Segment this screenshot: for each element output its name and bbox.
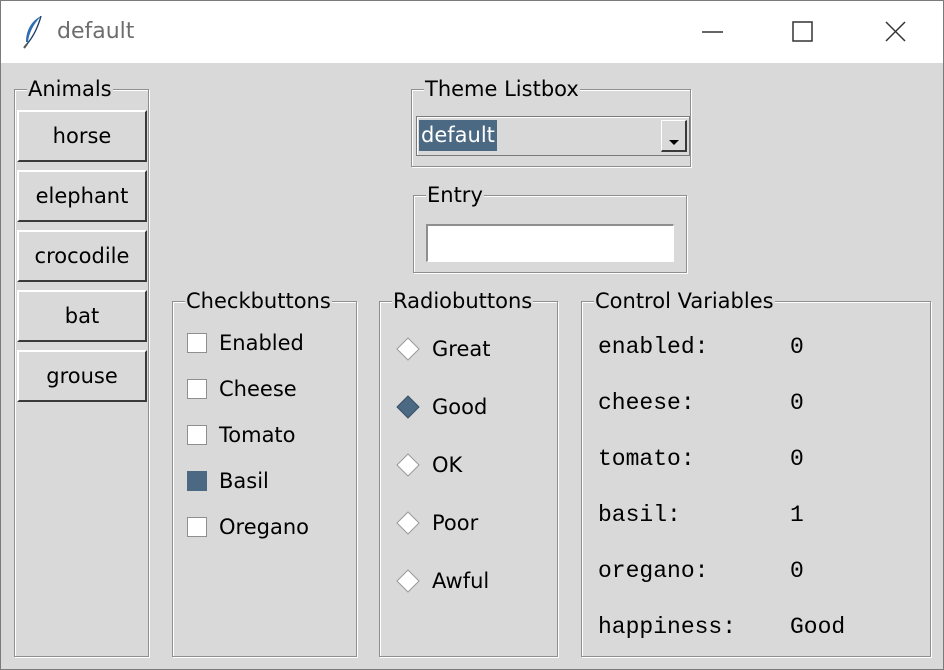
animal-button-grouse[interactable]: grouse <box>17 350 147 402</box>
checkbutton-label: Cheese <box>219 377 297 401</box>
checkbutton-cheese[interactable]: Cheese <box>187 374 297 404</box>
variable-name: cheese: <box>598 390 695 416</box>
radiobuttons-group: Radiobuttons Great Good OK Poor Awful <box>379 288 558 657</box>
entry-field[interactable] <box>426 224 674 262</box>
radiobutton-great[interactable]: Great <box>396 334 490 364</box>
radio-indicator-icon[interactable] <box>396 337 420 361</box>
variable-name: basil: <box>598 502 681 528</box>
variable-name: oregano: <box>598 558 709 584</box>
checkbutton-oregano[interactable]: Oregano <box>187 512 309 542</box>
radiobutton-ok[interactable]: OK <box>396 450 462 480</box>
variable-row-basil: basil: 1 <box>598 502 804 532</box>
variable-row-oregano: oregano: 0 <box>598 558 804 588</box>
control-variables-legend: Control Variables <box>594 288 775 314</box>
checkbutton-label: Enabled <box>219 331 304 355</box>
maximize-button[interactable] <box>757 1 849 63</box>
variable-value: 0 <box>790 390 804 416</box>
variable-value: 1 <box>790 502 804 528</box>
radiobutton-label: Awful <box>432 569 490 593</box>
feather-icon <box>23 15 42 49</box>
theme-selected-value: default <box>419 120 497 151</box>
radiobutton-awful[interactable]: Awful <box>396 566 489 596</box>
checkbutton-label: Oregano <box>219 515 309 539</box>
checkbuttons-legend: Checkbuttons <box>185 288 332 314</box>
variable-name: tomato: <box>598 446 695 472</box>
variable-value: 0 <box>790 334 804 360</box>
theme-group: Theme Listbox default <box>411 76 691 167</box>
variable-name: happiness: <box>598 614 737 640</box>
entry-legend: Entry <box>426 182 484 208</box>
animals-legend: Animals <box>27 76 113 102</box>
radiobuttons-legend: Radiobuttons <box>392 288 534 314</box>
minimize-button[interactable] <box>667 1 759 63</box>
theme-legend: Theme Listbox <box>424 76 580 102</box>
radio-indicator-icon[interactable] <box>396 395 420 419</box>
animal-button-bat[interactable]: bat <box>17 290 147 342</box>
checkbutton-label: Basil <box>219 469 269 493</box>
variable-value: Good <box>790 614 846 640</box>
variable-row-cheese: cheese: 0 <box>598 390 804 420</box>
close-button[interactable] <box>849 1 941 63</box>
checkbutton-basil[interactable]: Basil <box>187 466 269 496</box>
title-bar[interactable]: default <box>1 1 943 63</box>
control-variables-group: Control Variables enabled: 0 cheese: 0 t… <box>581 288 931 657</box>
variable-row-happiness: happiness: Good <box>598 614 845 644</box>
checkbutton-enabled[interactable]: Enabled <box>187 328 304 358</box>
variable-value: 0 <box>790 558 804 584</box>
window-title: default <box>57 19 135 44</box>
radiobutton-poor[interactable]: Poor <box>396 508 478 538</box>
animal-button-crocodile[interactable]: crocodile <box>17 230 147 282</box>
minimize-icon <box>702 31 723 33</box>
variable-name: enabled: <box>598 334 709 360</box>
animal-button-elephant[interactable]: elephant <box>17 170 147 222</box>
checkbox-indicator[interactable] <box>187 379 207 399</box>
variable-row-enabled: enabled: 0 <box>598 334 804 364</box>
entry-group: Entry <box>413 182 687 273</box>
radiobutton-label: OK <box>432 453 463 477</box>
animal-button-horse[interactable]: horse <box>17 110 147 162</box>
checkbox-indicator[interactable] <box>187 333 207 353</box>
radio-indicator-icon[interactable] <box>396 453 420 477</box>
close-icon <box>885 21 906 42</box>
checkbuttons-group: Checkbuttons Enabled Cheese Tomato Basil… <box>172 288 357 657</box>
radiobutton-label: Great <box>432 337 491 361</box>
variable-row-tomato: tomato: 0 <box>598 446 804 476</box>
radio-indicator-icon[interactable] <box>396 569 420 593</box>
animals-group: Animals horse elephant crocodile bat gro… <box>14 76 149 657</box>
checkbutton-label: Tomato <box>219 423 296 447</box>
radiobutton-label: Good <box>432 395 488 419</box>
radiobutton-label: Poor <box>432 511 479 535</box>
maximize-icon <box>792 21 813 42</box>
checkbutton-tomato[interactable]: Tomato <box>187 420 296 450</box>
dropdown-arrow-icon <box>669 140 679 145</box>
radiobutton-good[interactable]: Good <box>396 392 487 422</box>
radio-indicator-icon[interactable] <box>396 511 420 535</box>
checkbox-indicator[interactable] <box>187 471 207 491</box>
checkbox-indicator[interactable] <box>187 425 207 445</box>
theme-combobox[interactable]: default <box>416 116 690 156</box>
app-window: default Animals horse elephant crocodile… <box>0 0 944 670</box>
variable-value: 0 <box>790 446 804 472</box>
checkbox-indicator[interactable] <box>187 517 207 537</box>
combobox-dropdown-button[interactable] <box>661 120 687 152</box>
